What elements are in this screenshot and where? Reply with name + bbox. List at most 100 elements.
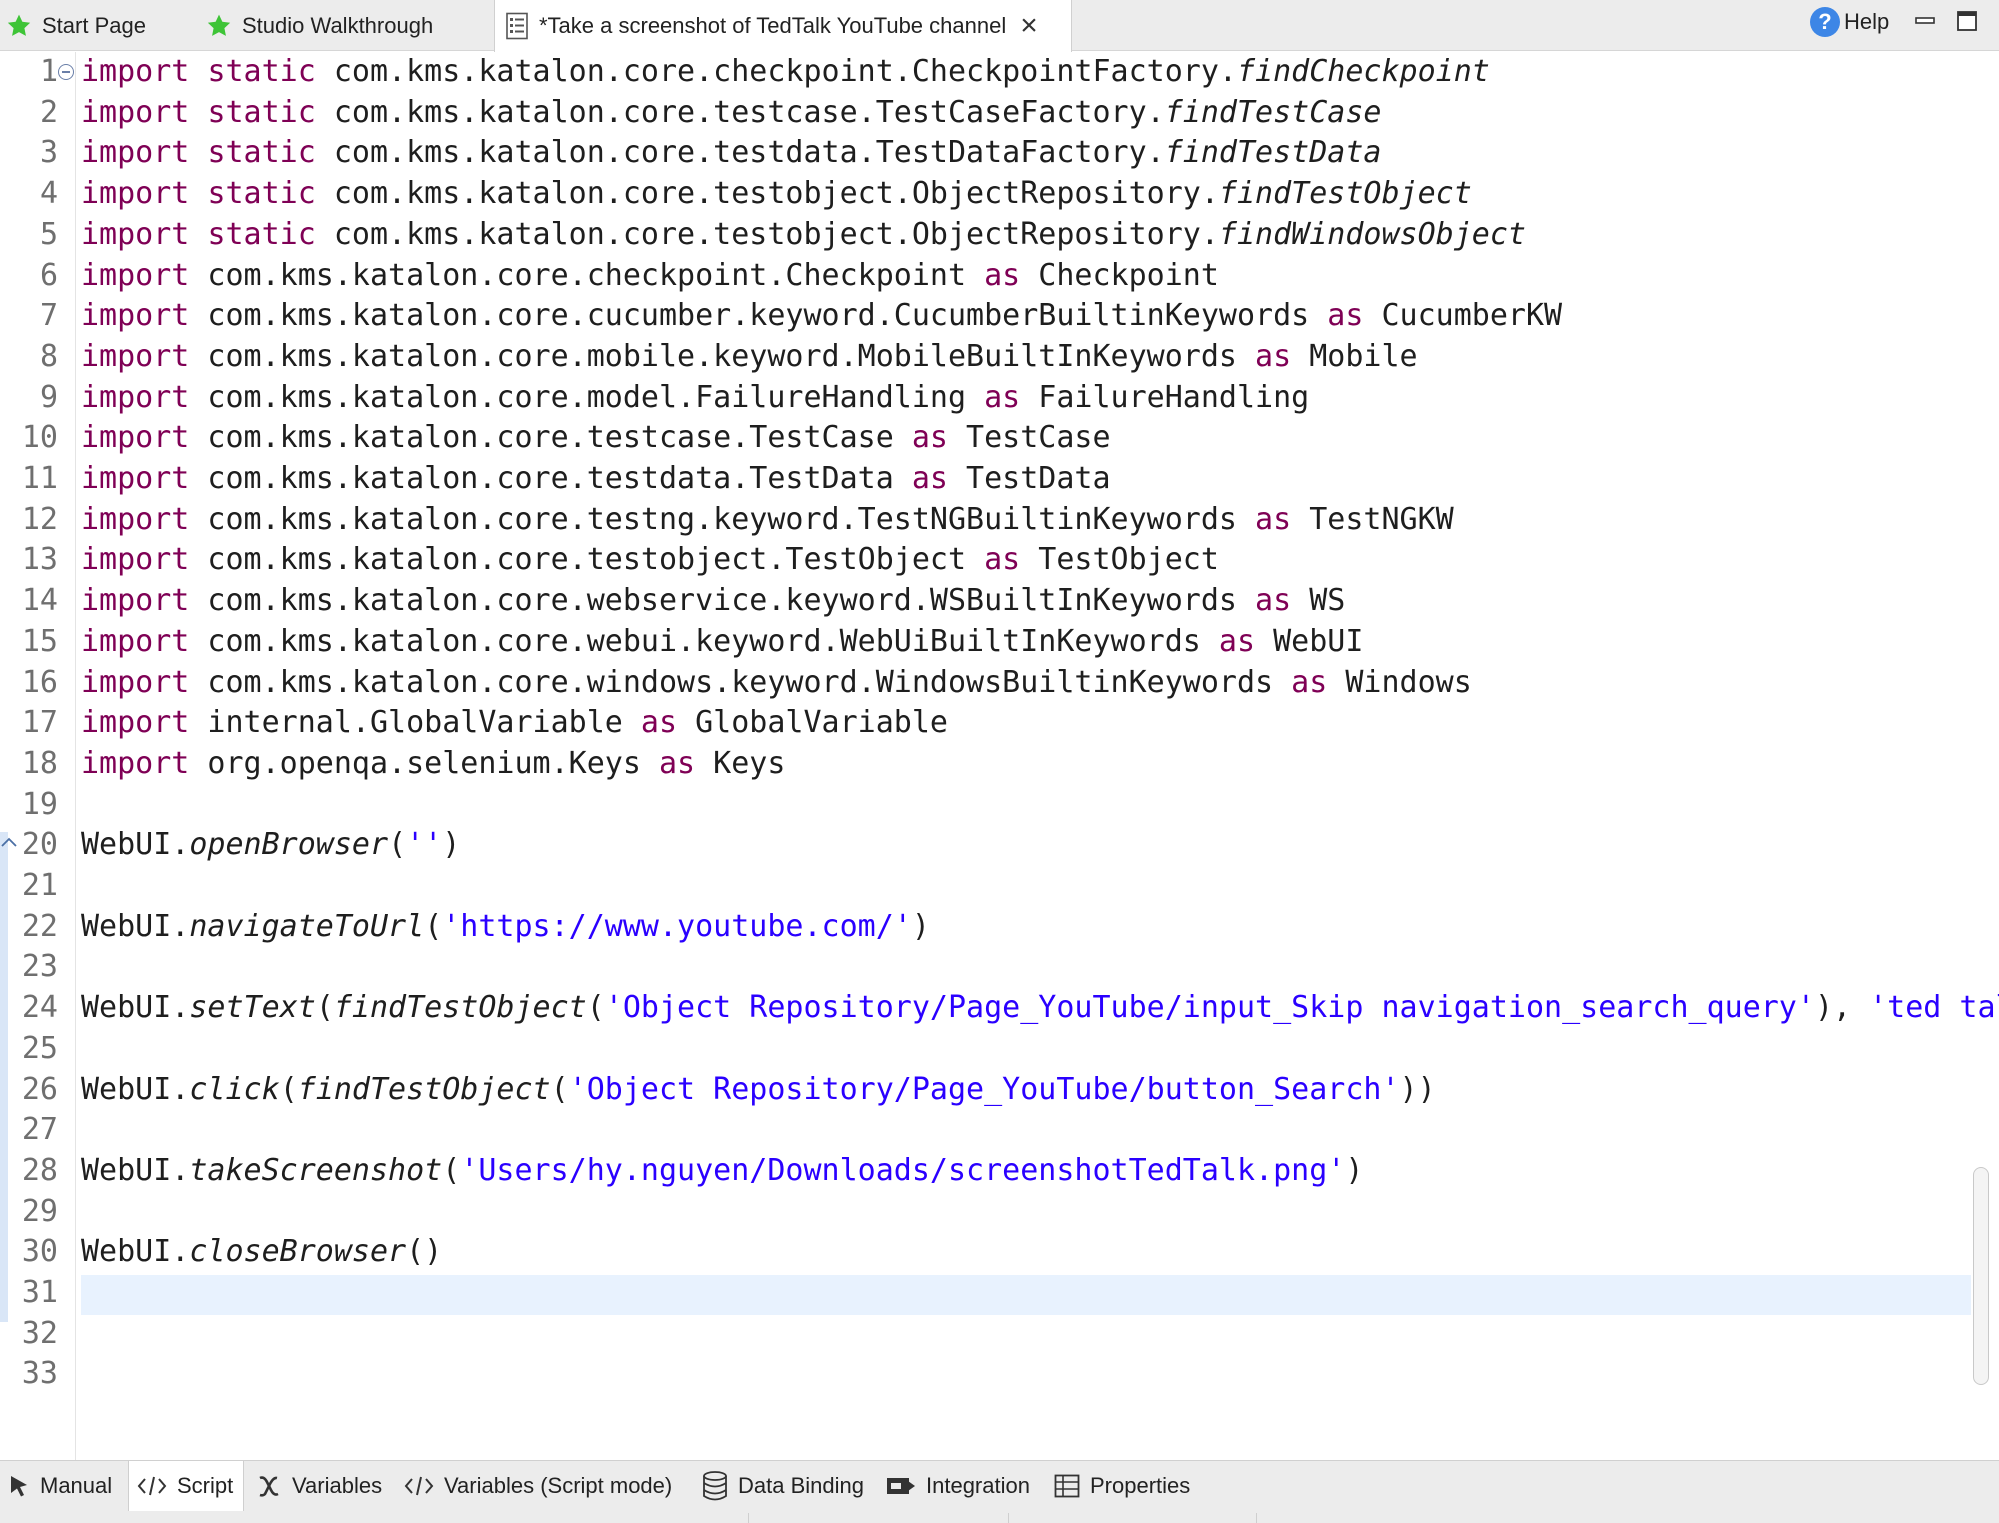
code-text: com.kms.katalon.core.checkpoint.Checkpoi… xyxy=(315,54,1237,89)
tab-script[interactable]: Script xyxy=(128,1461,244,1511)
code-string: 'Object Repository/Page_YouTube/button_S… xyxy=(568,1071,1400,1107)
code-text: WebUI. xyxy=(81,1152,190,1188)
code-keyword: static xyxy=(207,176,316,212)
tab-properties[interactable]: Properties xyxy=(1054,1461,1190,1511)
line-number: 32 xyxy=(21,1315,58,1351)
code-keyword: import xyxy=(81,623,190,659)
code-method: findTestData xyxy=(1164,135,1382,171)
variable-x-icon xyxy=(256,1474,282,1498)
tab-label: Variables xyxy=(292,1473,383,1498)
code-keyword: import xyxy=(81,583,190,619)
minimize-icon[interactable] xyxy=(1914,10,1936,32)
code-line[interactable]: import static com.kms.katalon.core.testd… xyxy=(81,133,1381,174)
line-number: 12 xyxy=(21,501,58,537)
code-method: closeBrowser xyxy=(189,1234,407,1270)
line-number: 20 xyxy=(21,827,58,863)
fold-collapse-icon[interactable] xyxy=(58,64,74,80)
line-number: 9 xyxy=(39,379,58,415)
code-line[interactable]: import com.kms.katalon.core.webui.keywor… xyxy=(81,622,1363,663)
code-text: ( xyxy=(442,1152,461,1188)
script-editor[interactable]: 1 2 3 4 5 6 7 8 9 10 11 12 13 14 15 16 17 18 19 20 21 22 23 24 2… xyxy=(0,52,1999,1460)
table-icon xyxy=(1054,1474,1080,1498)
code-line[interactable]: import com.kms.katalon.core.testobject.T… xyxy=(81,540,1219,581)
code-text: com.kms.katalon.core.testobject.TestObje… xyxy=(189,542,985,578)
code-line[interactable]: import com.kms.katalon.core.mobile.keywo… xyxy=(81,337,1418,378)
code-text: TestObject xyxy=(1020,542,1219,578)
code-line[interactable]: import com.kms.katalon.core.testcase.Tes… xyxy=(81,418,1111,459)
code-text: WebUI xyxy=(1255,623,1364,659)
tab-variables-script-mode[interactable]: Variables (Script mode) xyxy=(404,1461,672,1511)
tab-start-page[interactable]: Start Page xyxy=(6,0,158,51)
code-keyword: as xyxy=(1218,623,1256,659)
code-line[interactable]: import com.kms.katalon.core.model.Failur… xyxy=(81,378,1309,419)
code-text: com.kms.katalon.core.testng.keyword.Test… xyxy=(189,501,1256,537)
code-line[interactable]: import com.kms.katalon.core.webservice.k… xyxy=(81,581,1345,622)
maximize-icon[interactable] xyxy=(1956,10,1978,32)
code-line[interactable]: WebUI.openBrowser('') xyxy=(81,825,460,866)
editor-mode-tabs: Manual Script Variables Variables (Scrip… xyxy=(0,1460,1999,1523)
code-line[interactable]: import static com.kms.katalon.core.testo… xyxy=(81,174,1472,215)
code-line[interactable]: WebUI.navigateToUrl('https://www.youtube… xyxy=(81,907,930,948)
code-keyword: as xyxy=(911,461,948,496)
code-keyword: import xyxy=(81,542,190,578)
tab-label: Properties xyxy=(1090,1473,1191,1498)
tab-variables[interactable]: Variables xyxy=(256,1461,382,1511)
code-line[interactable]: import org.openqa.selenium.Keys as Keys xyxy=(81,744,785,785)
code-line[interactable]: import com.kms.katalon.core.cucumber.key… xyxy=(81,296,1562,337)
code-line[interactable]: WebUI.click(findTestObject('Object Repos… xyxy=(81,1070,1436,1111)
line-number: 1 xyxy=(39,54,58,89)
line-number: 24 xyxy=(21,990,58,1026)
code-line[interactable]: import com.kms.katalon.core.checkpoint.C… xyxy=(81,256,1219,297)
code-text: Windows xyxy=(1327,664,1472,700)
code-text: TestNGKW xyxy=(1291,501,1454,537)
line-number: 19 xyxy=(21,786,58,822)
code-method: findCheckpoint xyxy=(1236,54,1490,89)
status-divider xyxy=(1008,1513,1009,1523)
line-number: 7 xyxy=(39,298,58,334)
code-text: )) xyxy=(1399,1071,1436,1107)
code-line[interactable]: import static com.kms.katalon.core.testc… xyxy=(81,93,1381,134)
code-text: ) xyxy=(442,827,461,863)
close-icon[interactable]: × xyxy=(1020,11,1038,41)
line-number: 28 xyxy=(21,1152,58,1188)
code-text: ), xyxy=(1814,990,1870,1026)
code-keyword: import xyxy=(81,705,190,741)
tab-test-case-active[interactable]: *Take a screenshot of TedTalk YouTube ch… xyxy=(494,0,1072,52)
tab-manual[interactable]: Manual xyxy=(8,1461,120,1511)
tab-data-binding[interactable]: Data Binding xyxy=(702,1461,864,1511)
code-line[interactable]: import com.kms.katalon.core.windows.keyw… xyxy=(81,663,1472,704)
code-text: TestCase xyxy=(947,420,1111,456)
code-text: ( xyxy=(279,1071,298,1107)
code-text: WebUI. xyxy=(81,1234,190,1270)
help-button[interactable]: ? Help xyxy=(1810,7,1889,37)
code-line[interactable]: WebUI.takeScreenshot('Users/hy.nguyen/Do… xyxy=(81,1151,1363,1192)
code-text: com.kms.katalon.core.windows.keyword.Win… xyxy=(189,664,1292,700)
code-text: ( xyxy=(388,827,407,863)
code-keyword: import xyxy=(81,298,190,334)
code-line[interactable]: import static com.kms.katalon.core.testo… xyxy=(81,215,1526,256)
tab-studio-walkthrough[interactable]: Studio Walkthrough xyxy=(206,0,445,51)
tab-label: Script xyxy=(177,1473,234,1498)
line-number: 8 xyxy=(39,338,58,374)
code-text: internal.GlobalVariable xyxy=(189,705,641,741)
code-keyword: as xyxy=(640,705,678,741)
code-string: '' xyxy=(406,827,443,863)
code-line[interactable]: import com.kms.katalon.core.testdata.Tes… xyxy=(81,459,1111,500)
code-line[interactable]: import internal.GlobalVariable as Global… xyxy=(81,703,948,744)
test-case-icon xyxy=(505,12,529,40)
vertical-scrollbar[interactable] xyxy=(1973,1167,1989,1385)
code-keyword: import xyxy=(81,135,190,171)
line-number: 15 xyxy=(21,623,58,659)
code-method: takeScreenshot xyxy=(189,1152,443,1188)
line-number: 4 xyxy=(39,176,58,212)
code-line[interactable]: import static com.kms.katalon.core.check… xyxy=(81,52,1490,93)
code-line[interactable]: WebUI.setText(findTestObject('Object Rep… xyxy=(81,988,1999,1029)
code-line[interactable]: WebUI.closeBrowser() xyxy=(81,1232,442,1273)
tab-label: *Take a screenshot of TedTalk YouTube ch… xyxy=(539,13,1007,38)
status-divider xyxy=(1256,1513,1257,1523)
code-text: Checkpoint xyxy=(1020,257,1219,293)
code-line[interactable]: import com.kms.katalon.core.testng.keywo… xyxy=(81,500,1454,541)
tab-integration[interactable]: Integration xyxy=(886,1461,1030,1511)
